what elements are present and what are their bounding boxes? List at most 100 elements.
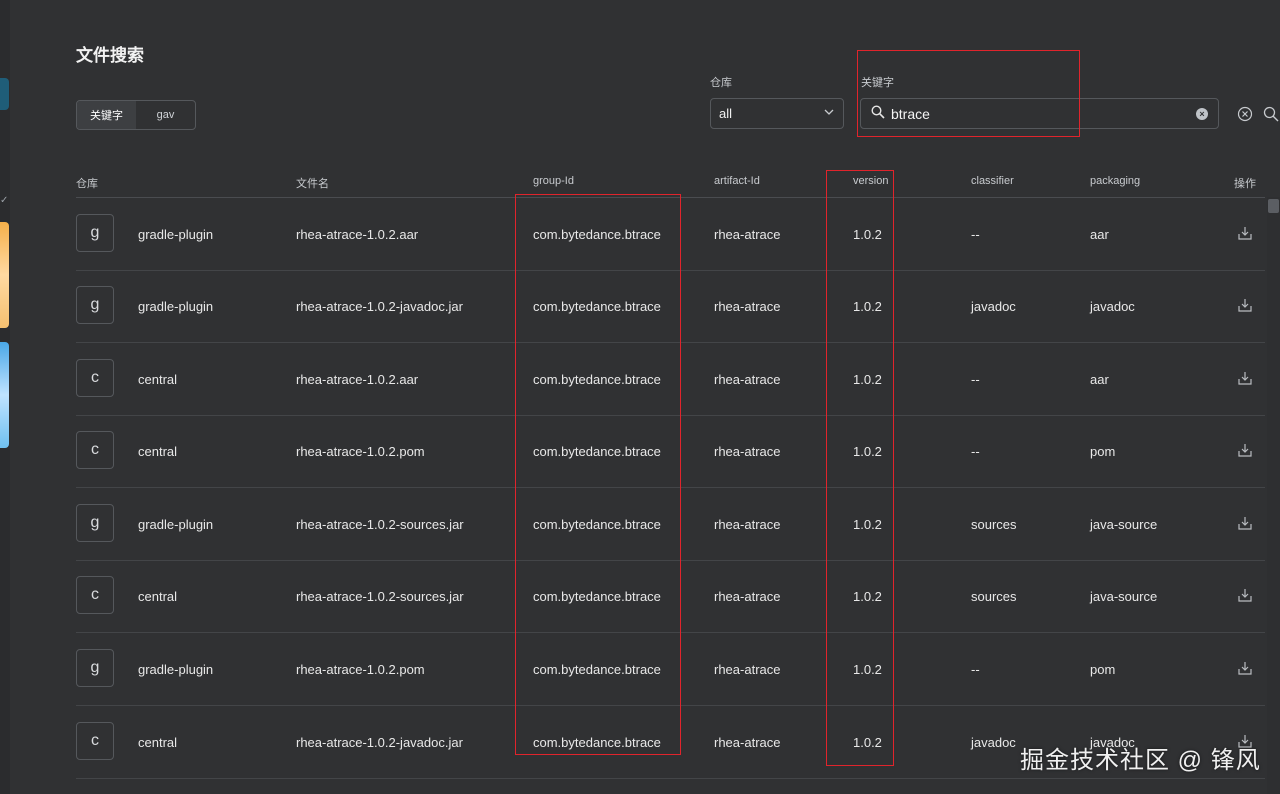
cell-packaging: java-source (1090, 516, 1158, 532)
cell-artifact-id: rhea-atrace (714, 226, 781, 242)
cell-filename-link[interactable]: rhea-atrace-1.0.2-javadoc.jar (296, 270, 463, 342)
cell-group-id: com.bytedance.btrace (533, 661, 661, 677)
keyword-input-value: btrace (891, 105, 930, 122)
column-header-classifier: classifier (971, 175, 1014, 187)
search-button-icon[interactable] (1263, 106, 1279, 122)
table-row: g gradle-plugin rhea-atrace-1.0.2-source… (76, 488, 1265, 561)
cell-repository: gradle-plugin (138, 298, 214, 314)
page-title: 文件搜索 (76, 46, 144, 65)
cell-classifier: javadoc (971, 298, 1016, 314)
clear-input-icon[interactable]: × (1196, 107, 1208, 120)
cell-filename-link[interactable]: rhea-atrace-1.0.2.aar (296, 343, 418, 415)
reset-icon[interactable] (1237, 106, 1253, 122)
cell-artifact-id: rhea-atrace (714, 371, 781, 387)
cell-packaging: aar (1090, 226, 1109, 242)
cell-filename-link[interactable]: rhea-atrace-1.0.2-sources.jar (296, 560, 464, 632)
column-header-artifact-id: artifact-Id (714, 175, 760, 187)
column-header-actions: 操作 (1234, 178, 1256, 190)
column-header-packaging: packaging (1090, 175, 1141, 187)
search-icon (871, 105, 885, 122)
download-icon[interactable] (1237, 515, 1253, 531)
cell-repository: central (138, 588, 178, 604)
table-row: g gradle-plugin rhea-atrace-1.0.2.pom co… (76, 633, 1265, 706)
cell-repository: central (138, 443, 178, 459)
cell-classifier: javadoc (971, 734, 1016, 750)
scrollbar-thumb[interactable] (1268, 199, 1279, 213)
watermark: 掘金技术社区 @ 锋风 (1020, 747, 1261, 774)
keyword-search-input[interactable]: btrace × (860, 98, 1219, 129)
download-icon[interactable] (1237, 587, 1253, 603)
cell-version: 1.0.2 (853, 298, 882, 314)
cell-group-id: com.bytedance.btrace (533, 298, 661, 314)
cell-repository: central (138, 371, 178, 387)
repo-avatar: c (76, 431, 114, 469)
cell-repository: gradle-plugin (138, 226, 214, 242)
download-icon[interactable] (1237, 442, 1253, 458)
cell-classifier: sources (971, 516, 1017, 532)
repo-avatar: g (76, 214, 114, 252)
rail-thumbnail[interactable] (0, 222, 9, 328)
download-icon[interactable] (1237, 370, 1253, 386)
mode-keyword-option[interactable]: 关键字 (77, 101, 136, 129)
rail-thumbnail[interactable] (0, 342, 9, 448)
cell-classifier: -- (971, 443, 980, 459)
cell-version: 1.0.2 (853, 371, 882, 387)
cell-packaging: aar (1090, 371, 1109, 387)
table-row: c central rhea-atrace-1.0.2.pom com.byte… (76, 415, 1265, 488)
download-icon[interactable] (1237, 297, 1253, 313)
cell-version: 1.0.2 (853, 588, 882, 604)
cell-version: 1.0.2 (853, 661, 882, 677)
cell-classifier: -- (971, 371, 980, 387)
cell-artifact-id: rhea-atrace (714, 516, 781, 532)
table-row: g gradle-plugin rhea-atrace-1.0.2-javado… (76, 270, 1265, 343)
cell-version: 1.0.2 (853, 443, 882, 459)
column-header-filename: 文件名 (296, 178, 329, 190)
mode-gav-option[interactable]: gav (136, 101, 195, 129)
download-icon[interactable] (1237, 660, 1253, 676)
table-row: g gradle-plugin rhea-atrace-1.0.2.aar co… (76, 198, 1265, 271)
cell-group-id: com.bytedance.btrace (533, 443, 661, 459)
repo-avatar: c (76, 576, 114, 614)
cell-packaging: javadoc (1090, 298, 1135, 314)
cell-artifact-id: rhea-atrace (714, 588, 781, 604)
cell-artifact-id: rhea-atrace (714, 661, 781, 677)
column-header-version: version (853, 175, 889, 187)
cell-filename-link[interactable]: rhea-atrace-1.0.2-javadoc.jar (296, 706, 463, 778)
download-icon[interactable] (1237, 225, 1253, 241)
left-rail: ✓ (0, 0, 10, 794)
cell-version: 1.0.2 (853, 226, 882, 242)
repository-select[interactable]: all (710, 98, 844, 129)
table-row: c central rhea-atrace-1.0.2.aar com.byte… (76, 343, 1265, 416)
cell-filename-link[interactable]: rhea-atrace-1.0.2.pom (296, 415, 425, 487)
cell-group-id: com.bytedance.btrace (533, 516, 661, 532)
cell-group-id: com.bytedance.btrace (533, 588, 661, 604)
repo-avatar: c (76, 722, 114, 760)
column-header-group-id: group-Id (533, 175, 574, 187)
search-mode-toggle: 关键字 gav (76, 100, 196, 130)
cell-classifier: -- (971, 661, 980, 677)
cell-packaging: pom (1090, 661, 1116, 677)
repo-avatar: g (76, 504, 114, 542)
cell-artifact-id: rhea-atrace (714, 443, 781, 459)
repo-avatar: g (76, 649, 114, 687)
column-header-repository: 仓库 (76, 178, 98, 190)
cell-group-id: com.bytedance.btrace (533, 371, 661, 387)
cell-repository: central (138, 734, 178, 750)
cell-filename-link[interactable]: rhea-atrace-1.0.2.aar (296, 198, 418, 270)
cell-version: 1.0.2 (853, 734, 882, 750)
cell-group-id: com.bytedance.btrace (533, 226, 661, 242)
cell-packaging: java-source (1090, 588, 1158, 604)
cell-group-id: com.bytedance.btrace (533, 734, 661, 750)
keyword-label: 关键字 (861, 77, 894, 89)
vertical-scrollbar[interactable] (1267, 197, 1280, 794)
check-icon: ✓ (0, 195, 9, 206)
repo-avatar: g (76, 286, 114, 324)
cell-classifier: -- (971, 226, 980, 242)
rail-chip[interactable] (0, 78, 9, 110)
cell-filename-link[interactable]: rhea-atrace-1.0.2-sources.jar (296, 488, 464, 560)
cell-artifact-id: rhea-atrace (714, 734, 781, 750)
cell-classifier: sources (971, 588, 1017, 604)
cell-filename-link[interactable]: rhea-atrace-1.0.2.pom (296, 633, 425, 705)
cell-version: 1.0.2 (853, 516, 882, 532)
chevron-down-icon (823, 106, 835, 121)
